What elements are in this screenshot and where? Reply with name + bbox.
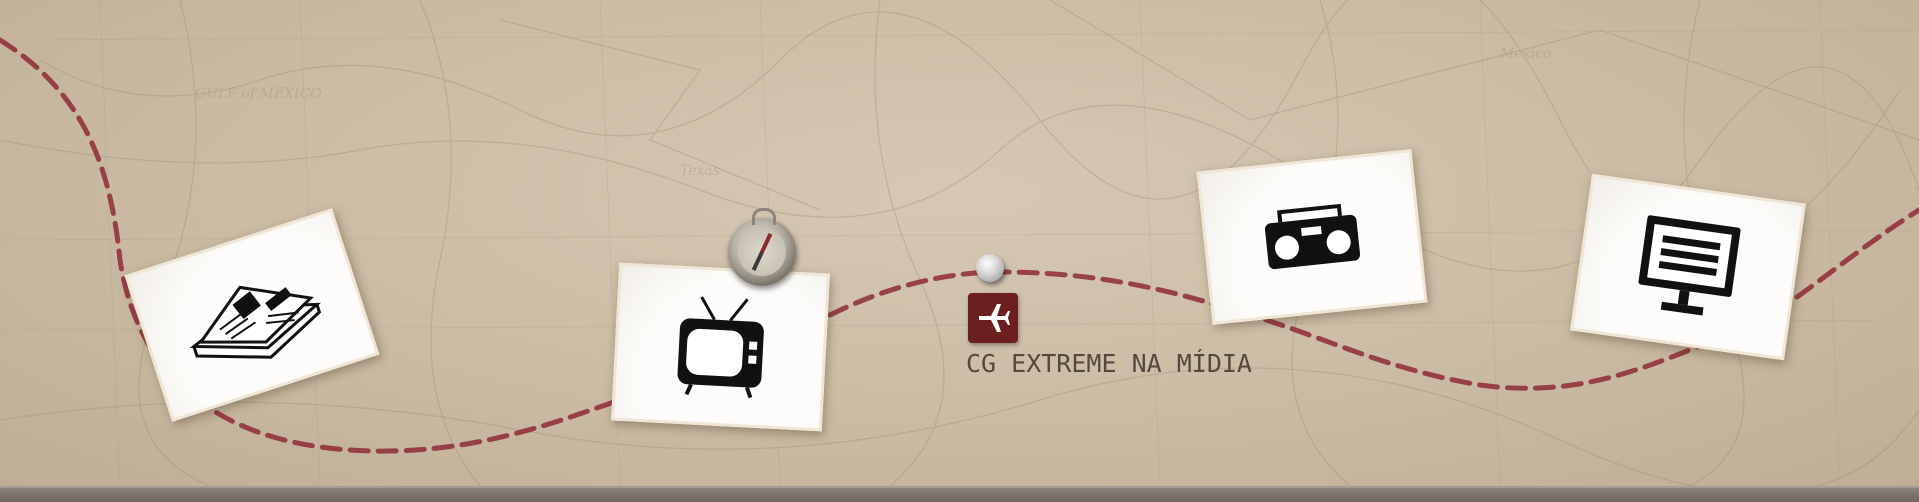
boombox-icon [1264, 203, 1361, 270]
tv-icon [677, 296, 764, 399]
newspaper-icon [189, 285, 322, 359]
monitor-icon [1638, 215, 1741, 316]
radio-card[interactable] [1196, 149, 1428, 325]
screen-card[interactable] [1570, 173, 1806, 361]
page-title: CG EXTREME NA MÍDIA [966, 349, 1252, 378]
compass-icon [728, 208, 796, 286]
map-background: GULF of MEXICO Texas Mexico CG EXTREME N… [0, 0, 1919, 486]
tv-card[interactable] [611, 262, 830, 432]
airplane-icon [968, 293, 1018, 343]
pushpin-icon [976, 254, 1004, 282]
